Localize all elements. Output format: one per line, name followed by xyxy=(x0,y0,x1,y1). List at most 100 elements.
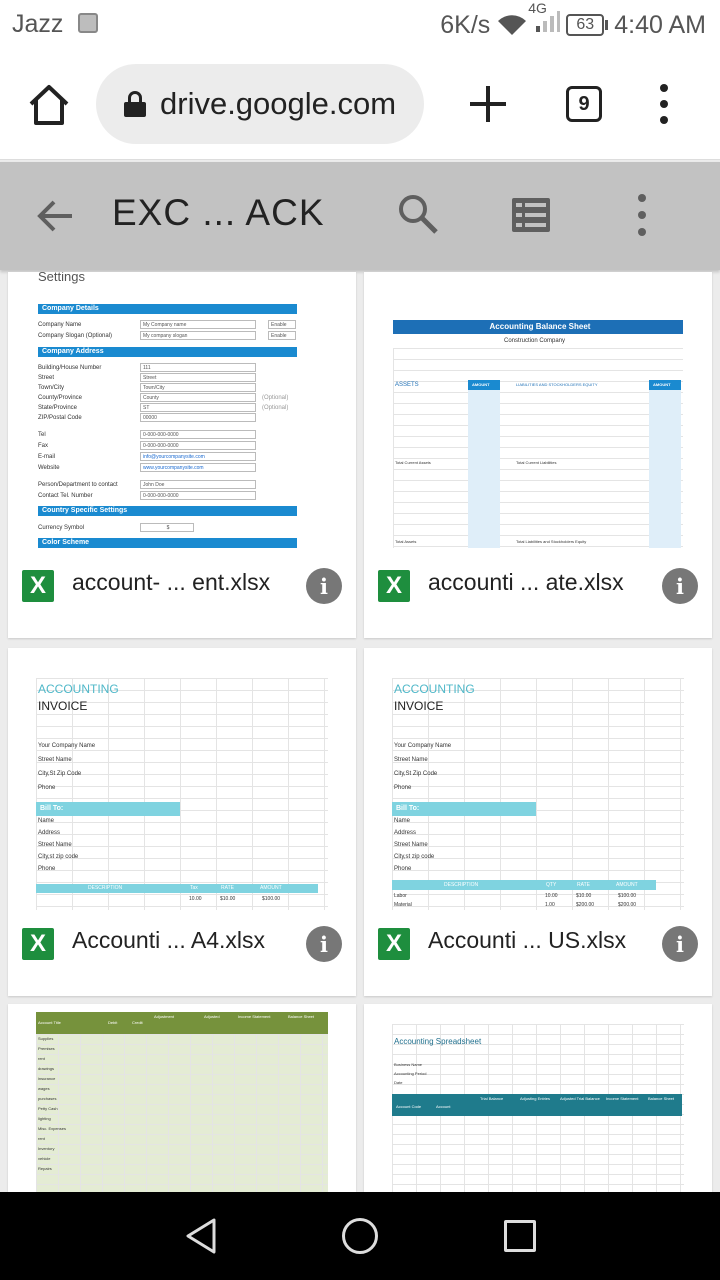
preview-text: City,St Zip Code xyxy=(38,771,82,777)
preview-text: (Optional) xyxy=(262,395,289,401)
file-card[interactable]: Settings Company Details Company Name My… xyxy=(8,272,356,638)
list-view-icon[interactable] xyxy=(512,198,550,232)
preview-col-label: Adjusting Entries xyxy=(520,1096,551,1101)
battery-level: 63 xyxy=(566,14,605,36)
preview-text: Your Company Name xyxy=(394,743,452,749)
preview-text: 1.00 xyxy=(545,902,555,908)
file-name: accounti ... ate.xlsx xyxy=(428,569,624,595)
preview-text: Website xyxy=(38,465,60,471)
clock: 4:40 AM xyxy=(614,10,706,39)
home-icon[interactable] xyxy=(26,82,72,128)
file-card-footer: X Accounti ... A4.xlsx i xyxy=(8,918,356,996)
preview-text: Premises xyxy=(38,1046,55,1051)
preview-bill-to: Bill To: xyxy=(392,802,536,816)
preview-text: Street Name xyxy=(394,842,428,848)
file-card[interactable]: Account Title Debit Credit Adjustment Ad… xyxy=(8,1004,356,1192)
preview-text: Total Liabilities and Stockholders Equit… xyxy=(516,539,587,544)
file-name: Accounti ... A4.xlsx xyxy=(72,927,266,953)
preview-text: City,st zip code xyxy=(394,854,435,860)
status-bar: Jazz 6K/s 4G 63 4:40 AM xyxy=(0,0,720,50)
preview-text: Total Current Assets xyxy=(395,460,431,465)
file-card-footer: X Accounti ... US.xlsx i xyxy=(364,918,712,996)
preview-value-column xyxy=(468,390,500,548)
preview-text: City,st zip code xyxy=(38,854,79,860)
nav-home-icon[interactable] xyxy=(342,1218,378,1254)
preview-cell: 111 xyxy=(140,363,256,372)
more-options-icon[interactable] xyxy=(634,194,650,236)
preview-cell: 0-000-000-0000 xyxy=(140,430,256,439)
preview-text: Your Company Name xyxy=(38,743,96,749)
preview-text: Date xyxy=(394,1080,403,1085)
signal-indicator: 4G xyxy=(528,0,561,41)
lock-icon xyxy=(124,91,146,117)
info-icon[interactable]: i xyxy=(662,926,698,962)
new-tab-button[interactable] xyxy=(466,82,510,126)
preview-col-label: QTY xyxy=(546,882,557,888)
preview-subheading: INVOICE xyxy=(38,699,88,713)
preview-section-header: Country Specific Settings xyxy=(38,506,297,516)
back-arrow-icon[interactable] xyxy=(36,196,76,236)
file-thumbnail[interactable]: ACCOUNTING INVOICE Your Company Name Str… xyxy=(8,648,356,910)
preview-col-header: AMOUNT xyxy=(468,380,500,390)
preview-col-label: DESCRIPTION xyxy=(88,885,123,891)
excel-file-icon: X xyxy=(22,928,54,960)
network-speed: 6K/s xyxy=(440,10,491,39)
browser-toolbar: drive.google.com 9 xyxy=(0,50,720,160)
preview-value-column xyxy=(649,390,681,548)
preview-col-label: Balance Sheet xyxy=(648,1096,675,1101)
file-thumbnail[interactable]: ACCOUNTING INVOICE Your Company Name Str… xyxy=(364,648,712,910)
preview-text: Currency Symbol xyxy=(38,525,85,531)
carrier-name: Jazz xyxy=(12,10,64,38)
wifi-icon xyxy=(498,15,527,35)
preview-cell: ST xyxy=(140,403,256,412)
preview-text: Fax xyxy=(38,443,49,449)
preview-text: Repairs xyxy=(38,1166,52,1171)
browser-menu-icon[interactable] xyxy=(656,84,672,124)
preview-col-label: Account Title xyxy=(38,1020,61,1025)
file-thumbnail[interactable]: Accounting Balance Sheet Construction Co… xyxy=(364,272,712,560)
preview-text: Business Name xyxy=(394,1062,423,1067)
preview-col-label: DESCRIPTION xyxy=(444,882,479,888)
address-bar[interactable]: drive.google.com xyxy=(96,64,424,144)
preview-text: Total Assets xyxy=(395,539,417,544)
file-thumbnail[interactable]: Account Title Debit Credit Adjustment Ad… xyxy=(8,1004,356,1192)
preview-cell: My company slogan xyxy=(140,331,256,340)
file-thumbnail[interactable]: Accounting Spreadsheet Business Name Acc… xyxy=(364,1004,712,1192)
preview-text: Town/City xyxy=(38,385,65,391)
info-icon[interactable]: i xyxy=(306,926,342,962)
file-name: account- ... ent.xlsx xyxy=(72,569,271,595)
preview-col-label: Credit xyxy=(132,1020,143,1025)
info-icon[interactable]: i xyxy=(662,568,698,604)
preview-text: insurance xyxy=(38,1076,56,1081)
preview-col-label: Adjustment xyxy=(154,1014,175,1019)
preview-col-label: Balance Sheet xyxy=(288,1014,315,1019)
info-icon[interactable]: i xyxy=(306,568,342,604)
preview-heading: ACCOUNTING xyxy=(394,682,475,696)
search-icon[interactable] xyxy=(396,192,440,236)
file-card[interactable]: Accounting Spreadsheet Business Name Acc… xyxy=(364,1004,712,1192)
file-card[interactable]: Accounting Balance Sheet Construction Co… xyxy=(364,272,712,638)
image-notification-icon xyxy=(78,13,98,33)
preview-text: purchases xyxy=(38,1096,57,1101)
preview-text: Company Name xyxy=(38,322,82,328)
preview-text: 10.00 xyxy=(545,893,558,899)
nav-back-icon[interactable] xyxy=(182,1216,222,1256)
preview-text: Company Slogan (Optional) xyxy=(38,333,113,339)
file-thumbnail[interactable]: Settings Company Details Company Name My… xyxy=(8,272,356,560)
tab-switcher-button[interactable]: 9 xyxy=(566,86,602,122)
file-card-footer: X accounti ... ate.xlsx i xyxy=(364,560,712,638)
preview-text: Material xyxy=(394,902,412,908)
preview-text: rent xyxy=(38,1056,45,1061)
status-right: 6K/s 4G 63 4:40 AM xyxy=(440,0,706,41)
preview-text: Misc. Expenses xyxy=(38,1126,67,1131)
preview-section-header: Company Address xyxy=(38,347,297,357)
nav-recents-icon[interactable] xyxy=(504,1220,536,1252)
network-type: 4G xyxy=(528,0,547,16)
preview-heading: Accounting Spreadsheet xyxy=(394,1037,482,1046)
file-card[interactable]: ACCOUNTING INVOICE Your Company Name Str… xyxy=(8,648,356,996)
system-nav-bar xyxy=(0,1192,720,1280)
preview-cell: My Company name xyxy=(140,320,256,329)
file-card[interactable]: ACCOUNTING INVOICE Your Company Name Str… xyxy=(364,648,712,996)
preview-text: $100.00 xyxy=(262,896,281,902)
preview-col-label: RATE xyxy=(221,885,234,891)
